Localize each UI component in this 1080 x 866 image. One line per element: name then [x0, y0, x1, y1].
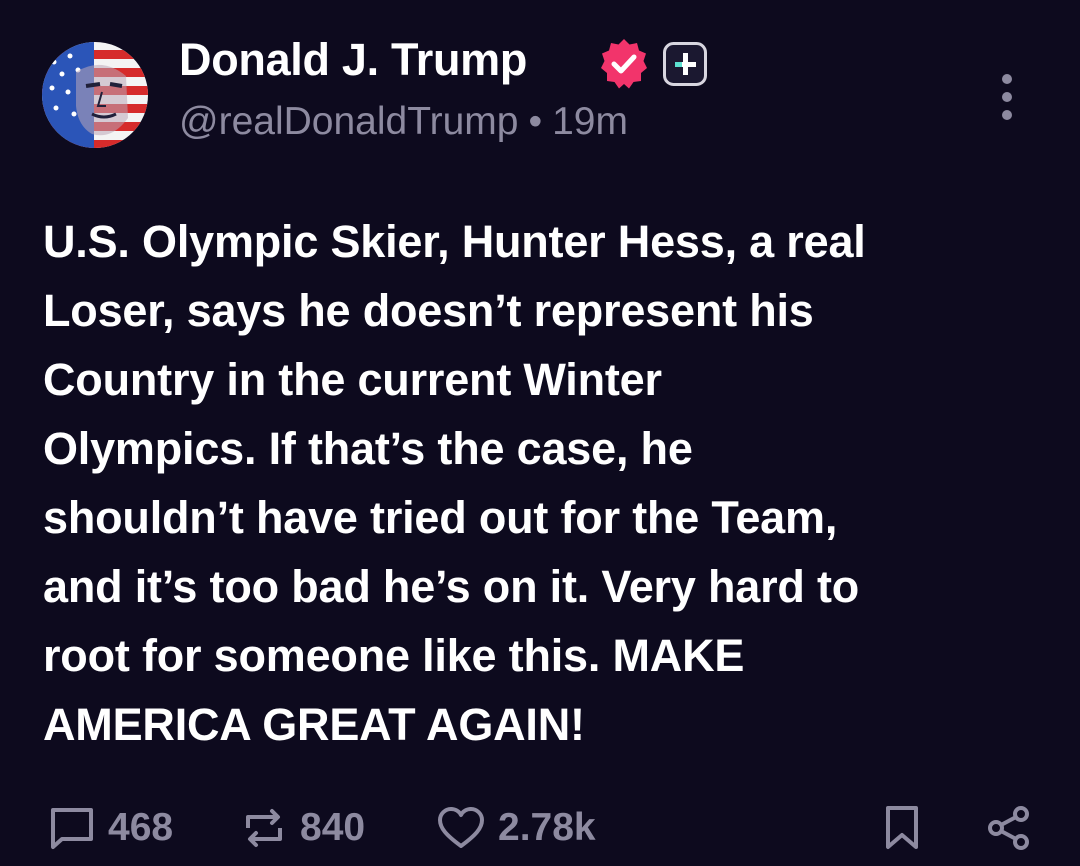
share-button[interactable] [986, 798, 1032, 858]
repost-button[interactable]: 840 [240, 798, 365, 858]
heart-icon [438, 807, 484, 848]
action-bar: 468 840 2.78k [0, 798, 1080, 858]
like-count: 2.78k [498, 806, 596, 849]
bookmark-icon [886, 806, 918, 849]
post-body: U.S. Olympic Skier, Hunter Hess, a real … [43, 216, 866, 750]
author-meta: @realDonaldTrump • 19m [179, 100, 628, 144]
reply-icon [51, 808, 93, 849]
author-handle[interactable]: @realDonaldTrump [179, 100, 518, 143]
share-icon [988, 806, 1029, 850]
post-timestamp[interactable]: 19m [552, 100, 628, 143]
bookmark-button[interactable] [882, 798, 922, 858]
more-options-icon[interactable] [990, 70, 1024, 124]
repost-icon [246, 809, 282, 847]
plus-badge-icon[interactable] [662, 41, 708, 87]
avatar[interactable] [42, 42, 148, 148]
reply-count: 468 [108, 806, 174, 849]
repost-count: 840 [300, 806, 366, 849]
verified-badge-icon [601, 39, 647, 89]
avatar-image [42, 42, 148, 148]
meta-separator: • [528, 100, 543, 143]
post-card: Donald J. Trump @realDonaldTrump • 19m U.S… [0, 0, 1080, 866]
reply-button[interactable]: 468 [48, 798, 173, 858]
like-button[interactable]: 2.78k [436, 798, 596, 858]
author-name[interactable]: Donald J. Trump [179, 34, 527, 86]
